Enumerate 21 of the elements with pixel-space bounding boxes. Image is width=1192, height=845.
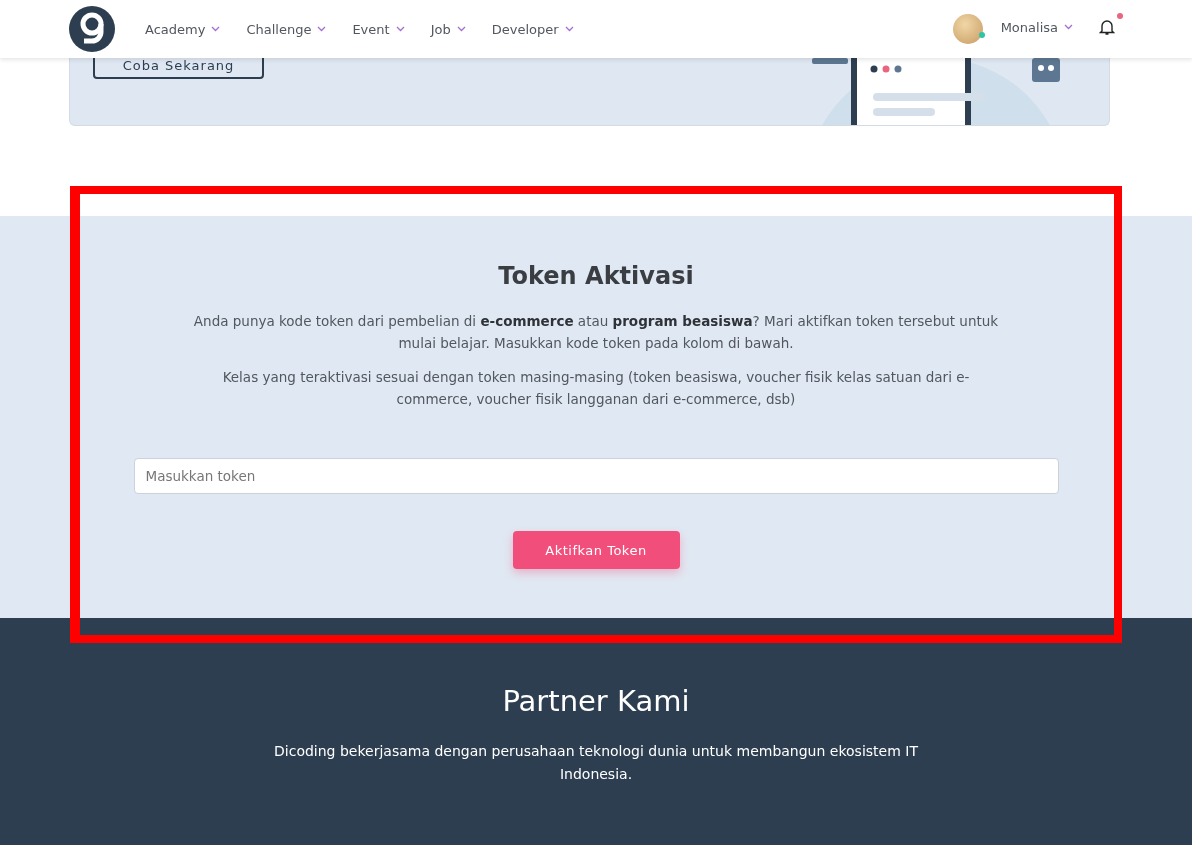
nav-menu-item[interactable]: Job (430, 21, 466, 37)
chevron-down-icon (317, 26, 327, 32)
description-text: Kelas yang teraktivasi sesuai dengan token masing-masing (token beasiswa, voucher fisik kelas satuan dari e-commerce, voucher fisik langganan dari e-commerce, dsb) (221, 368, 971, 409)
user-menu[interactable]: Monalisa (1000, 19, 1073, 35)
description-text: Anda punya kode token dari pembelian di e-commerce atau program beasiswa? Mari aktifkan token tersebut untuk mulai belajar. Masukkan kode token pada kolom di bawah. (192, 312, 1000, 353)
chevron-down-icon (564, 26, 574, 32)
bell-icon[interactable] (1099, 18, 1115, 36)
chevron-down-icon (211, 26, 221, 32)
nav-menu-item[interactable]: Developer (491, 21, 574, 37)
nav-menu-item[interactable]: Challenge (246, 21, 327, 37)
chevron-down-icon (456, 26, 466, 32)
chevron-down-icon (395, 26, 405, 32)
token-input-field[interactable]: Masukkan token (133, 458, 1059, 494)
nav-menu-item[interactable]: Academy (145, 21, 221, 37)
section-title: Token Aktivasi (498, 262, 694, 290)
logo-icon[interactable] (69, 6, 115, 52)
try-now-button[interactable]: Coba Sekarang (93, 58, 264, 79)
chevron-down-icon (1064, 24, 1073, 30)
partners-title: Partner Kami (502, 684, 690, 718)
partners-description: Dicoding bekerjasama dengan perusahaan teknologi dunia untuk membangun ekosistem IT Indonesia. (273, 742, 919, 784)
nav-menu-item[interactable]: Event (352, 21, 405, 37)
